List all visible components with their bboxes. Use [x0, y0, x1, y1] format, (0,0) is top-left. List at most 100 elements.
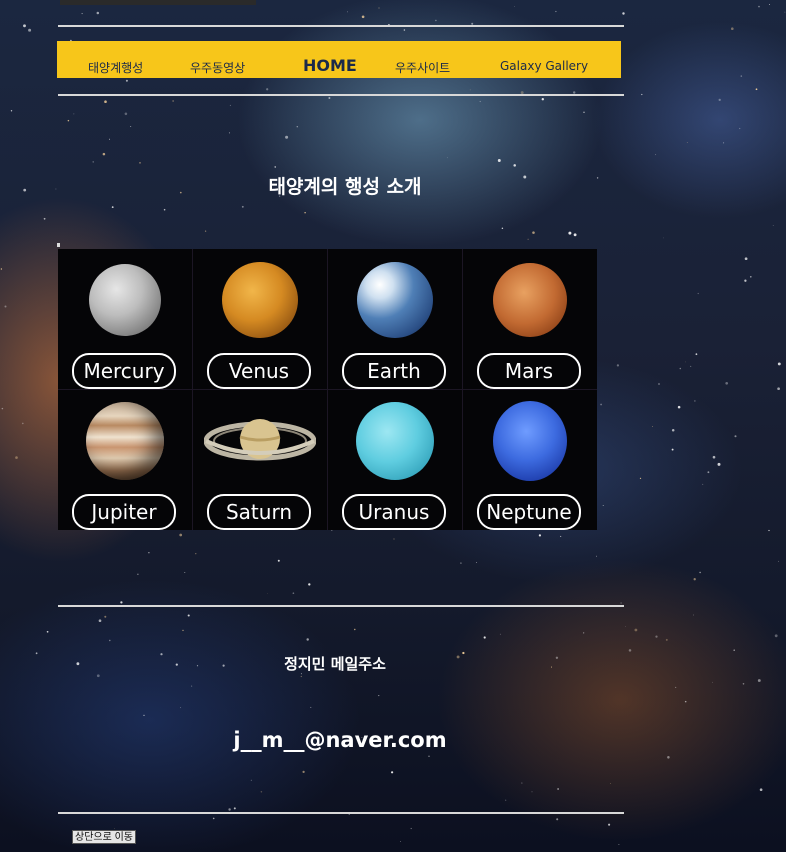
star — [501, 227, 504, 230]
star — [652, 426, 653, 427]
nav-link-space-sites[interactable]: 우주사이트 — [395, 59, 450, 76]
planet-label-mars[interactable]: Mars — [477, 353, 581, 389]
star — [98, 619, 102, 623]
star — [160, 653, 163, 656]
star — [428, 755, 430, 757]
footer-author-label: 정지민 메일주소 — [284, 655, 386, 673]
star — [777, 387, 780, 391]
planet-label-saturn[interactable]: Saturn — [207, 494, 311, 530]
star — [222, 664, 225, 667]
star — [120, 601, 123, 604]
planet-card-uranus[interactable]: Uranus — [328, 390, 463, 530]
star — [96, 11, 100, 15]
star — [628, 649, 632, 652]
star — [733, 649, 735, 651]
mercury-image — [89, 264, 161, 336]
star — [749, 275, 752, 278]
planet-card-mars[interactable]: Mars — [463, 249, 597, 390]
planet-card-earth[interactable]: Earth — [328, 249, 463, 390]
planet-card-mercury[interactable]: Mercury — [58, 249, 193, 390]
planet-label-earth[interactable]: Earth — [342, 353, 446, 389]
star — [742, 683, 745, 685]
star — [23, 24, 26, 28]
footer-email-link[interactable]: j__m__@naver.com — [190, 728, 490, 752]
star — [139, 162, 141, 164]
uranus-image — [356, 402, 434, 480]
planet-label-jupiter[interactable]: Jupiter — [72, 494, 176, 530]
star — [476, 562, 478, 563]
star — [233, 807, 236, 810]
star — [555, 10, 557, 13]
star — [583, 632, 585, 634]
star — [679, 367, 682, 370]
nav-link-solar-planets[interactable]: 태양계행성 — [88, 59, 143, 76]
star — [469, 89, 471, 91]
star — [717, 462, 721, 466]
star — [260, 791, 263, 793]
star — [758, 5, 760, 8]
star — [505, 799, 507, 801]
back-to-top-button[interactable]: 상단으로 이동 — [72, 830, 136, 844]
top-bar-fragment — [60, 0, 256, 5]
nav-divider — [58, 94, 624, 96]
star — [658, 383, 660, 385]
star — [725, 381, 729, 385]
star — [556, 818, 559, 821]
planet-label-mercury[interactable]: Mercury — [72, 353, 176, 389]
star — [663, 237, 664, 239]
star — [610, 783, 611, 784]
star — [104, 615, 107, 618]
nav-link-space-videos[interactable]: 우주동영상 — [190, 59, 245, 76]
star — [625, 626, 626, 628]
star — [130, 126, 132, 127]
star — [583, 111, 585, 113]
star — [499, 633, 501, 635]
nav-link-home[interactable]: HOME — [303, 56, 357, 75]
star — [410, 827, 412, 830]
star — [550, 666, 553, 668]
star — [573, 233, 577, 237]
star — [277, 559, 280, 562]
star — [393, 538, 395, 540]
star — [172, 100, 174, 102]
star — [1, 407, 4, 410]
star — [671, 448, 674, 451]
star — [665, 638, 668, 641]
star — [460, 562, 462, 564]
star — [35, 652, 38, 655]
star — [695, 353, 698, 356]
star — [712, 455, 716, 459]
main-navigation: 태양계행성 우주동영상 HOME 우주사이트 Galaxy Gallery — [57, 41, 621, 78]
planet-label-uranus[interactable]: Uranus — [342, 494, 446, 530]
star — [608, 823, 611, 826]
star — [228, 132, 230, 134]
star — [400, 841, 401, 843]
planet-label-neptune[interactable]: Neptune — [477, 494, 581, 530]
star — [684, 700, 687, 703]
star — [81, 13, 83, 15]
star — [182, 629, 184, 632]
planet-label-venus[interactable]: Venus — [207, 353, 311, 389]
star — [361, 15, 365, 19]
star — [744, 279, 747, 282]
star — [560, 535, 562, 537]
star — [285, 135, 289, 139]
star — [541, 98, 544, 101]
star — [620, 602, 622, 604]
planet-card-neptune[interactable]: Neptune — [463, 390, 597, 530]
star — [10, 110, 13, 112]
star — [92, 161, 94, 163]
star — [622, 12, 625, 15]
planet-card-jupiter[interactable]: Jupiter — [58, 390, 193, 530]
page-title: 태양계의 행성 소개 — [268, 176, 422, 198]
star — [403, 29, 406, 31]
star — [693, 614, 694, 616]
star — [0, 268, 3, 270]
star — [114, 828, 115, 829]
star — [296, 125, 299, 128]
planet-card-venus[interactable]: Venus — [193, 249, 328, 390]
star — [755, 88, 758, 91]
planet-card-saturn[interactable]: Saturn — [193, 390, 328, 530]
nav-link-galaxy-gallery[interactable]: Galaxy Gallery — [500, 59, 588, 73]
star — [446, 157, 448, 159]
